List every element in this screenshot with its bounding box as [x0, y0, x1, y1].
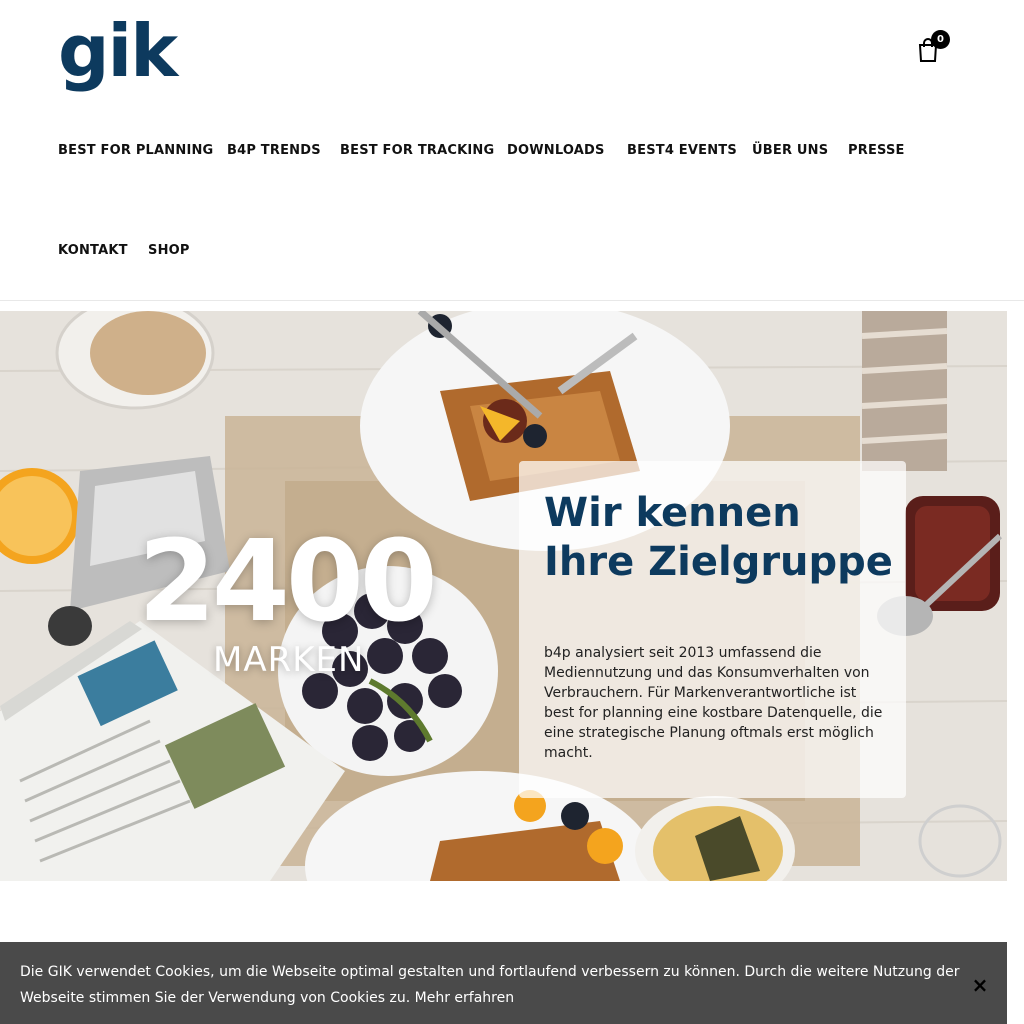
nav-item-best-for-planning[interactable]: BEST FOR PLANNING: [58, 143, 213, 158]
nav-item-kontakt[interactable]: KONTAKT: [58, 243, 128, 258]
nav-item-b4p-trends[interactable]: B4P TRENDS: [227, 143, 321, 158]
cookie-more-link[interactable]: Mehr erfahren: [415, 990, 514, 1006]
hero-stat-number: 2400: [138, 517, 438, 647]
gik-logo[interactable]: gik: [58, 8, 178, 94]
hero-info-panel: Wir kennen Ihre Zielgruppe b4p analysier…: [519, 461, 906, 798]
logo-text: gik: [58, 9, 178, 93]
nav-item-shop[interactable]: SHOP: [148, 243, 190, 258]
hero-stat-label: MARKEN: [213, 640, 365, 680]
close-icon: ×: [971, 973, 989, 997]
hero-title: Wir kennen Ihre Zielgruppe: [544, 490, 893, 585]
nav-item-presse[interactable]: PRESSE: [848, 143, 905, 158]
nav-item-downloads[interactable]: DOWNLOADS: [507, 143, 605, 158]
hero-description: b4p analysiert seit 2013 umfassend die M…: [544, 645, 883, 761]
cart-count-badge: 0: [931, 30, 950, 49]
site-header: gik 0 BEST FOR PLANNING B4P TRENDS BEST …: [0, 0, 1024, 301]
nav-item-best4-events[interactable]: BEST4 EVENTS: [627, 143, 737, 158]
cookie-banner: Die GIK verwendet Cookies, um die Websei…: [0, 942, 1007, 1024]
cookie-close-button[interactable]: ×: [970, 975, 990, 995]
cart-button[interactable]: 0: [914, 30, 950, 64]
nav-item-best-for-tracking[interactable]: BEST FOR TRACKING: [340, 143, 494, 158]
cookie-message: Die GIK verwendet Cookies, um die Websei…: [20, 959, 960, 1011]
nav-item-ueber-uns[interactable]: ÜBER UNS: [752, 143, 828, 158]
